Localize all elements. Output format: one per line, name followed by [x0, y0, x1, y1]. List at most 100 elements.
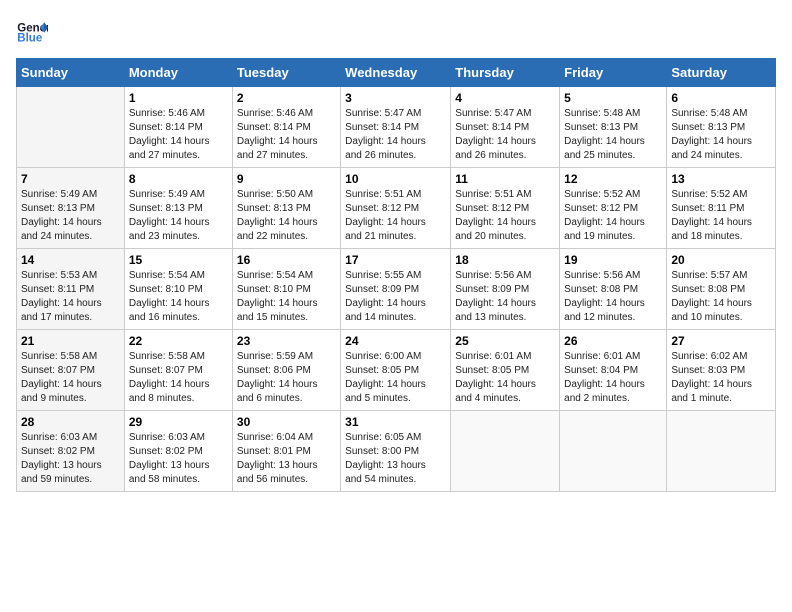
calendar-cell: 8 Sunrise: 5:49 AMSunset: 8:13 PMDaylight… — [124, 168, 232, 249]
day-info: Sunrise: 6:02 AMSunset: 8:03 PMDaylight:… — [671, 350, 771, 406]
day-info: Sunrise: 5:50 AMSunset: 8:13 PMDaylight:… — [237, 188, 336, 244]
day-number: 14 — [21, 253, 120, 267]
calendar-cell: 7 Sunrise: 5:49 AMSunset: 8:13 PMDaylight… — [17, 168, 125, 249]
day-info: Sunrise: 5:52 AMSunset: 8:11 PMDaylight:… — [671, 188, 771, 244]
calendar-cell: 22 Sunrise: 5:58 AMSunset: 8:07 PMDayligh… — [124, 330, 232, 411]
day-number: 27 — [671, 334, 771, 348]
day-header: Sunday — [17, 59, 125, 87]
day-info: Sunrise: 5:56 AMSunset: 8:09 PMDaylight:… — [455, 269, 555, 325]
day-number: 10 — [345, 172, 446, 186]
day-info: Sunrise: 5:59 AMSunset: 8:06 PMDaylight:… — [237, 350, 336, 406]
day-info: Sunrise: 5:48 AMSunset: 8:13 PMDaylight:… — [564, 107, 662, 163]
day-info: Sunrise: 5:46 AMSunset: 8:14 PMDaylight:… — [237, 107, 336, 163]
day-info: Sunrise: 5:52 AMSunset: 8:12 PMDaylight:… — [564, 188, 662, 244]
day-info: Sunrise: 5:57 AMSunset: 8:08 PMDaylight:… — [671, 269, 771, 325]
calendar-cell — [17, 87, 125, 168]
calendar-cell: 27 Sunrise: 6:02 AMSunset: 8:03 PMDayligh… — [667, 330, 776, 411]
day-number: 2 — [237, 91, 336, 105]
day-number: 18 — [455, 253, 555, 267]
day-info: Sunrise: 6:05 AMSunset: 8:00 PMDaylight:… — [345, 431, 446, 487]
calendar-cell: 5 Sunrise: 5:48 AMSunset: 8:13 PMDaylight… — [560, 87, 667, 168]
calendar-cell: 19 Sunrise: 5:56 AMSunset: 8:08 PMDayligh… — [560, 249, 667, 330]
day-number: 6 — [671, 91, 771, 105]
day-info: Sunrise: 6:01 AMSunset: 8:05 PMDaylight:… — [455, 350, 555, 406]
day-number: 22 — [129, 334, 228, 348]
day-number: 13 — [671, 172, 771, 186]
calendar-cell: 11 Sunrise: 5:51 AMSunset: 8:12 PMDayligh… — [451, 168, 560, 249]
day-info: Sunrise: 5:54 AMSunset: 8:10 PMDaylight:… — [129, 269, 228, 325]
day-info: Sunrise: 5:58 AMSunset: 8:07 PMDaylight:… — [129, 350, 228, 406]
calendar-cell: 21 Sunrise: 5:58 AMSunset: 8:07 PMDayligh… — [17, 330, 125, 411]
day-info: Sunrise: 5:51 AMSunset: 8:12 PMDaylight:… — [345, 188, 446, 244]
day-info: Sunrise: 5:46 AMSunset: 8:14 PMDaylight:… — [129, 107, 228, 163]
calendar-cell: 29 Sunrise: 6:03 AMSunset: 8:02 PMDayligh… — [124, 411, 232, 492]
day-info: Sunrise: 5:47 AMSunset: 8:14 PMDaylight:… — [345, 107, 446, 163]
logo: General Blue — [16, 16, 52, 48]
day-info: Sunrise: 6:01 AMSunset: 8:04 PMDaylight:… — [564, 350, 662, 406]
day-number: 16 — [237, 253, 336, 267]
calendar-cell: 9 Sunrise: 5:50 AMSunset: 8:13 PMDaylight… — [232, 168, 340, 249]
calendar-table: SundayMondayTuesdayWednesdayThursdayFrid… — [16, 58, 776, 492]
day-number: 31 — [345, 415, 446, 429]
calendar-cell: 10 Sunrise: 5:51 AMSunset: 8:12 PMDayligh… — [341, 168, 451, 249]
day-number: 9 — [237, 172, 336, 186]
day-header: Wednesday — [341, 59, 451, 87]
day-number: 17 — [345, 253, 446, 267]
day-info: Sunrise: 5:48 AMSunset: 8:13 PMDaylight:… — [671, 107, 771, 163]
calendar-cell: 3 Sunrise: 5:47 AMSunset: 8:14 PMDaylight… — [341, 87, 451, 168]
day-info: Sunrise: 6:03 AMSunset: 8:02 PMDaylight:… — [21, 431, 120, 487]
calendar-cell: 13 Sunrise: 5:52 AMSunset: 8:11 PMDayligh… — [667, 168, 776, 249]
day-number: 30 — [237, 415, 336, 429]
day-number: 7 — [21, 172, 120, 186]
calendar-cell: 20 Sunrise: 5:57 AMSunset: 8:08 PMDayligh… — [667, 249, 776, 330]
day-info: Sunrise: 5:47 AMSunset: 8:14 PMDaylight:… — [455, 107, 555, 163]
calendar-cell: 1 Sunrise: 5:46 AMSunset: 8:14 PMDaylight… — [124, 87, 232, 168]
day-number: 19 — [564, 253, 662, 267]
day-header: Tuesday — [232, 59, 340, 87]
day-info: Sunrise: 5:54 AMSunset: 8:10 PMDaylight:… — [237, 269, 336, 325]
calendar-cell — [451, 411, 560, 492]
day-number: 29 — [129, 415, 228, 429]
day-info: Sunrise: 5:51 AMSunset: 8:12 PMDaylight:… — [455, 188, 555, 244]
calendar-cell — [667, 411, 776, 492]
day-info: Sunrise: 5:55 AMSunset: 8:09 PMDaylight:… — [345, 269, 446, 325]
day-info: Sunrise: 5:58 AMSunset: 8:07 PMDaylight:… — [21, 350, 120, 406]
day-number: 21 — [21, 334, 120, 348]
day-info: Sunrise: 6:03 AMSunset: 8:02 PMDaylight:… — [129, 431, 228, 487]
day-number: 26 — [564, 334, 662, 348]
calendar-cell: 28 Sunrise: 6:03 AMSunset: 8:02 PMDayligh… — [17, 411, 125, 492]
day-number: 20 — [671, 253, 771, 267]
day-number: 25 — [455, 334, 555, 348]
day-number: 24 — [345, 334, 446, 348]
day-header: Thursday — [451, 59, 560, 87]
calendar-cell: 18 Sunrise: 5:56 AMSunset: 8:09 PMDayligh… — [451, 249, 560, 330]
svg-text:Blue: Blue — [17, 33, 43, 45]
day-number: 5 — [564, 91, 662, 105]
calendar-cell: 30Sunrise: 6:04 AMSunset: 8:01 PMDayligh… — [232, 411, 340, 492]
day-info: Sunrise: 6:00 AMSunset: 8:05 PMDaylight:… — [345, 350, 446, 406]
calendar-cell: 31 Sunrise: 6:05 AMSunset: 8:00 PMDayligh… — [341, 411, 451, 492]
day-number: 1 — [129, 91, 228, 105]
day-number: 12 — [564, 172, 662, 186]
day-header: Saturday — [667, 59, 776, 87]
day-number: 28 — [21, 415, 120, 429]
page-header: General Blue — [16, 16, 776, 48]
calendar-cell: 12 Sunrise: 5:52 AMSunset: 8:12 PMDayligh… — [560, 168, 667, 249]
calendar-cell: 26 Sunrise: 6:01 AMSunset: 8:04 PMDayligh… — [560, 330, 667, 411]
day-header: Monday — [124, 59, 232, 87]
day-number: 3 — [345, 91, 446, 105]
day-info: Sunrise: 5:49 AMSunset: 8:13 PMDaylight:… — [21, 188, 120, 244]
day-info: Sunrise: 5:53 AMSunset: 8:11 PMDaylight:… — [21, 269, 120, 325]
day-number: 8 — [129, 172, 228, 186]
calendar-cell: 14 Sunrise: 5:53 AMSunset: 8:11 PMDayligh… — [17, 249, 125, 330]
day-info: Sunrise: 5:56 AMSunset: 8:08 PMDaylight:… — [564, 269, 662, 325]
calendar-cell: 25 Sunrise: 6:01 AMSunset: 8:05 PMDayligh… — [451, 330, 560, 411]
day-info: Sunrise: 5:49 AMSunset: 8:13 PMDaylight:… — [129, 188, 228, 244]
calendar-cell: 4 Sunrise: 5:47 AMSunset: 8:14 PMDaylight… — [451, 87, 560, 168]
calendar-cell: 23Sunrise: 5:59 AMSunset: 8:06 PMDayligh… — [232, 330, 340, 411]
day-number: 11 — [455, 172, 555, 186]
day-number: 15 — [129, 253, 228, 267]
calendar-cell: 17 Sunrise: 5:55 AMSunset: 8:09 PMDayligh… — [341, 249, 451, 330]
day-header: Friday — [560, 59, 667, 87]
day-number: 4 — [455, 91, 555, 105]
